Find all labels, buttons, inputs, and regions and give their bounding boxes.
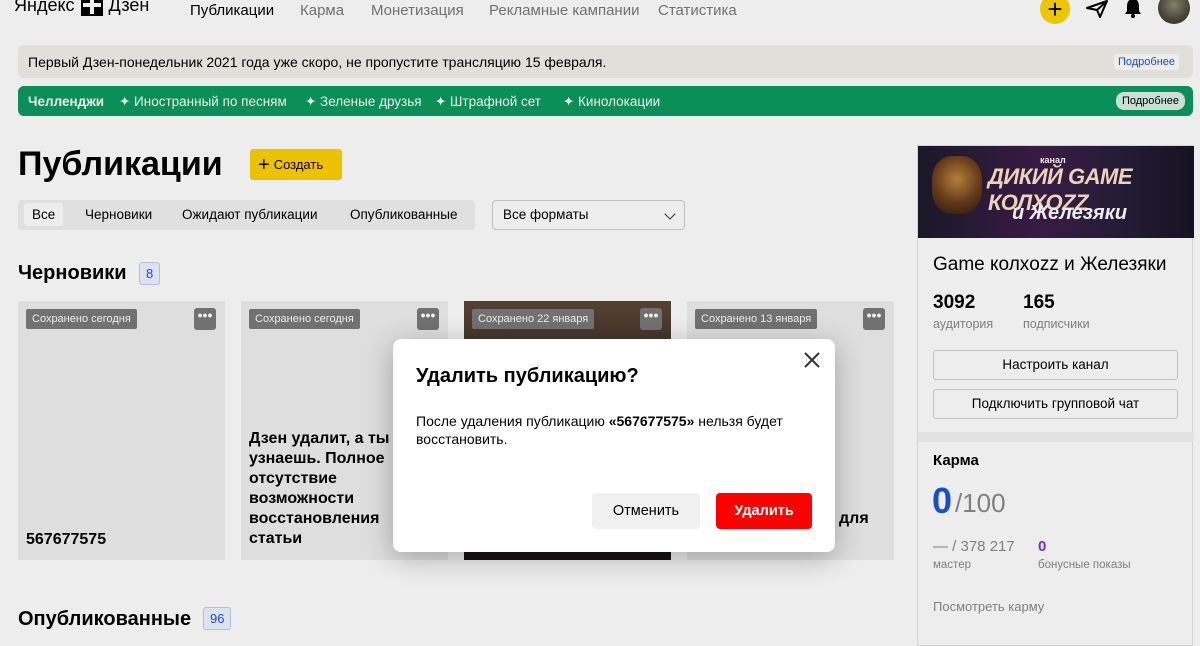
delete-dialog: Удалить публикацию? После удаления публи… bbox=[393, 339, 835, 552]
delete-button[interactable]: Удалить bbox=[716, 493, 812, 529]
cancel-button[interactable]: Отменить bbox=[592, 493, 700, 529]
close-icon[interactable] bbox=[801, 349, 823, 371]
dialog-message-before: После удаления публикацию bbox=[416, 413, 609, 429]
dialog-title: Удалить публикацию? bbox=[416, 365, 639, 387]
dialog-message: После удаления публикацию «567677575» не… bbox=[416, 412, 796, 448]
dialog-message-name: «567677575» bbox=[608, 413, 695, 429]
